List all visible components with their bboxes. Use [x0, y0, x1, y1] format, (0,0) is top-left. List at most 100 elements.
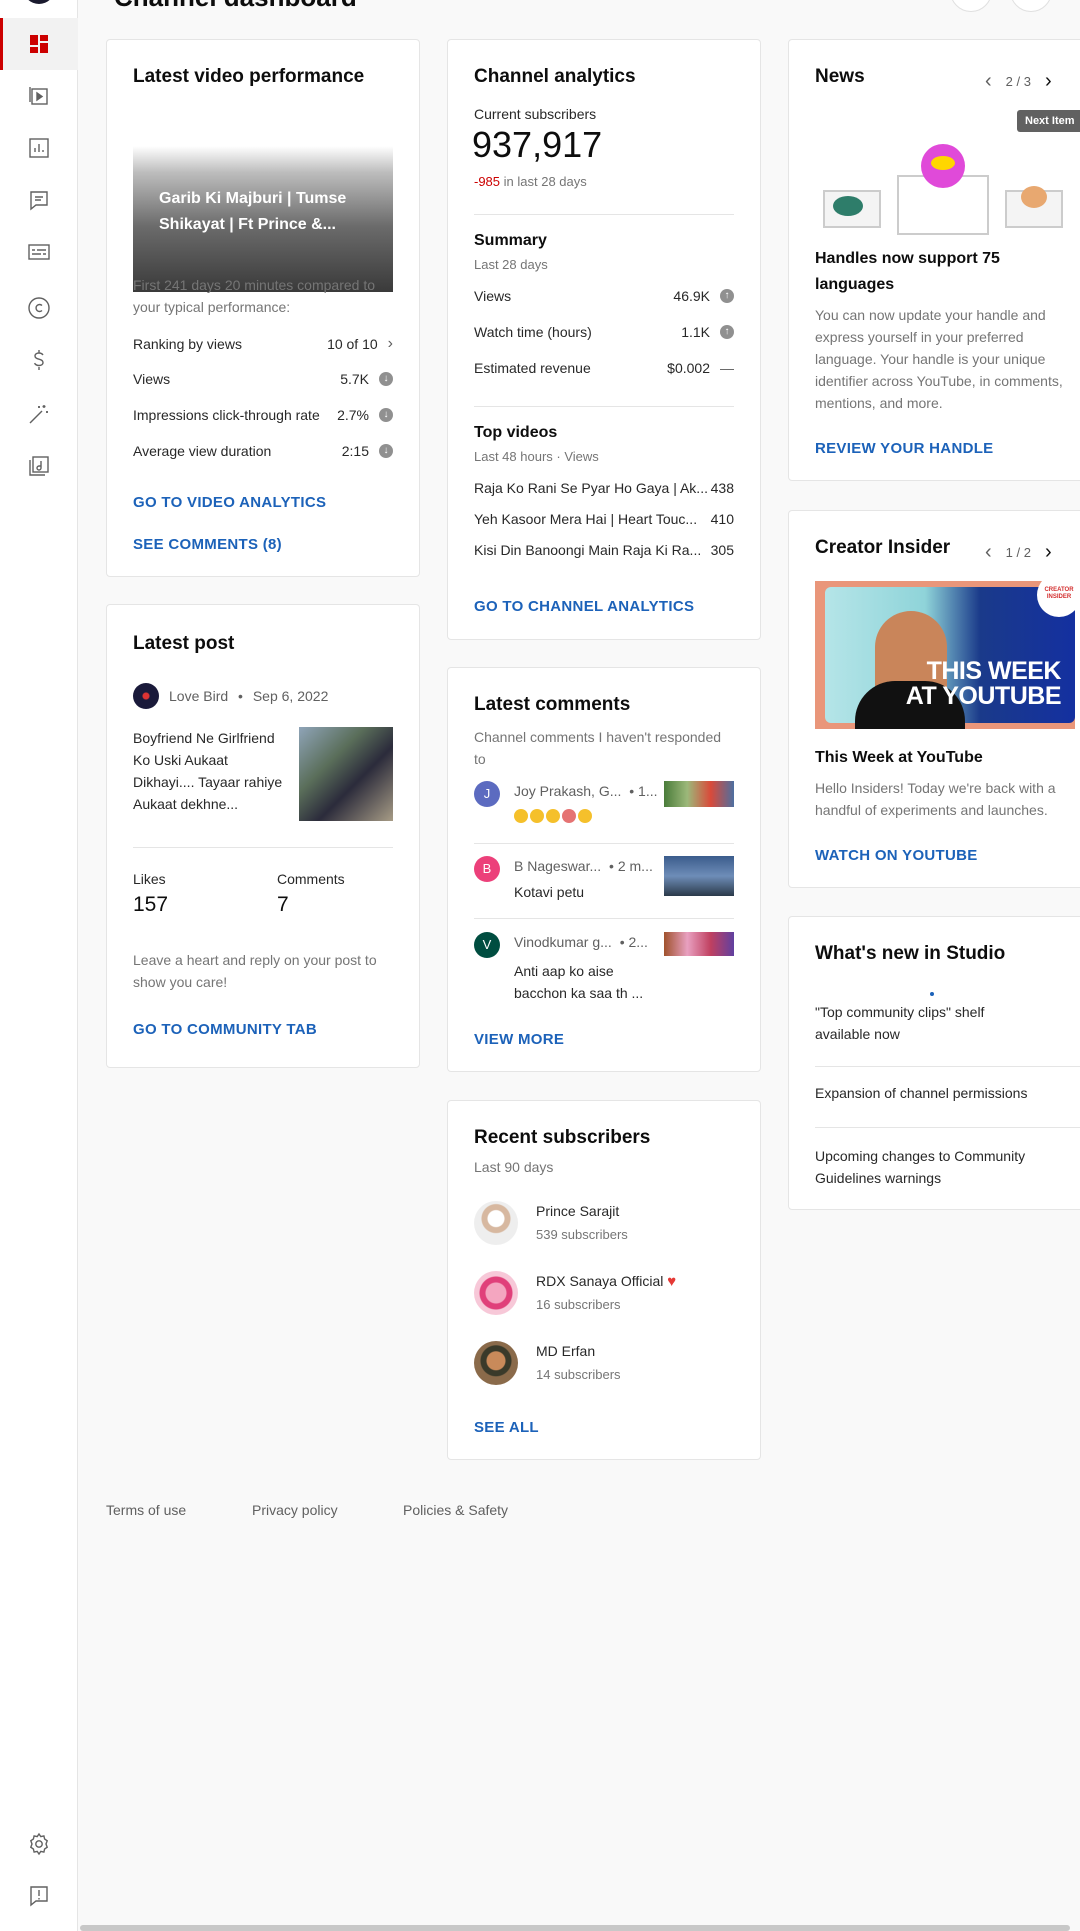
ranking-row[interactable]: Ranking by views 10 of 10 ›	[133, 335, 393, 353]
top-video-views: 410	[710, 511, 734, 527]
comment-video-thumbnail[interactable]	[664, 856, 734, 896]
row-value: 5.7K	[340, 371, 369, 387]
sidebar-item-analytics[interactable]	[0, 122, 78, 174]
pager-text: 1 / 2	[1005, 545, 1031, 560]
subscriber-name[interactable]: MD Erfan	[536, 1343, 595, 1359]
news-card: News ‹ 2 / 3 › Next Item Handles now sup…	[788, 39, 1080, 481]
dashboard-icon	[30, 35, 48, 53]
card-title: What's new in Studio	[815, 943, 1006, 964]
horizontal-scrollbar[interactable]	[80, 1925, 1070, 1931]
go-live-button[interactable]	[1010, 0, 1052, 12]
post-text[interactable]: Boyfriend Ne Girlfriend Ko Uski Aukaat D…	[133, 727, 283, 815]
arrow-down-circle-icon: ↓	[379, 372, 393, 386]
dash-icon: —	[720, 360, 734, 376]
post-meta: Love Bird • Sep 6, 2022	[169, 688, 329, 704]
sidebar-item-content[interactable]	[0, 70, 78, 122]
chevron-left-icon[interactable]: ‹	[985, 541, 992, 564]
review-your-handle-link[interactable]: REVIEW YOUR HANDLE	[815, 440, 993, 457]
view-more-link[interactable]: VIEW MORE	[474, 1031, 564, 1048]
divider	[815, 1066, 1080, 1067]
customization-icon	[29, 405, 48, 424]
top-videos-title: Top videos	[474, 424, 558, 441]
row-value: 10 of 10	[327, 336, 378, 352]
subscriber-name[interactable]: RDX Sanaya Official ♥	[536, 1273, 676, 1290]
post-image[interactable]	[299, 727, 393, 821]
sidebar-item-subtitles[interactable]	[0, 226, 78, 278]
sidebar-item-copyright[interactable]	[0, 282, 78, 334]
create-button[interactable]	[950, 0, 992, 12]
subtitles-icon	[28, 244, 50, 260]
whats-new-item[interactable]: Upcoming changes to Community Guidelines…	[815, 1145, 1055, 1189]
post-author-avatar	[133, 683, 159, 709]
privacy-policy-link[interactable]: Privacy policy	[252, 1502, 338, 1518]
summary-watchtime-row: Watch time (hours) 1.1K ↑	[474, 324, 734, 340]
latest-video-card: Latest video performance Garib Ki Majbur…	[106, 39, 420, 577]
avg-duration-row: Average view duration 2:15 ↓	[133, 443, 393, 459]
latest-comments-card: Latest comments Channel comments I haven…	[447, 667, 761, 1072]
go-to-channel-analytics-link[interactable]: GO TO CHANNEL ANALYTICS	[474, 598, 694, 615]
subscriber-avatar[interactable]	[474, 1341, 518, 1385]
subscriber-count: 16 subscribers	[536, 1297, 621, 1312]
see-all-link[interactable]: SEE ALL	[474, 1419, 539, 1436]
compare-text: First 241 days 20 minutes compared to yo…	[133, 277, 376, 315]
sidebar	[0, 0, 78, 1931]
comment-video-thumbnail[interactable]	[664, 932, 734, 956]
card-title: Latest video performance	[133, 66, 365, 87]
divider	[815, 1127, 1080, 1128]
arrow-up-circle-icon: ↑	[720, 325, 734, 339]
sidebar-item-dashboard[interactable]	[0, 18, 78, 70]
top-video-row[interactable]: Raja Ko Rani Se Pyar Ho Gaya | Ak... 438	[474, 480, 734, 496]
channel-analytics-card: Channel analytics Current subscribers 93…	[447, 39, 761, 640]
latest-post-card: Latest post Love Bird • Sep 6, 2022 Boyf…	[106, 604, 420, 1068]
row-value: 46.9K	[673, 288, 710, 304]
divider	[474, 214, 734, 215]
chevron-left-icon[interactable]: ‹	[985, 70, 992, 93]
whats-new-item[interactable]: "Top community clips" shelf available no…	[815, 1001, 1015, 1045]
video-thumbnail[interactable]: Garib Ki Majburi | Tumse Shikayat | Ft P…	[133, 146, 393, 292]
terms-of-use-link[interactable]: Terms of use	[106, 1502, 186, 1518]
watch-on-youtube-link[interactable]: WATCH ON YOUTUBE	[815, 847, 978, 864]
card-title: Latest comments	[474, 694, 631, 715]
pager-text: 2 / 3	[1005, 74, 1031, 89]
top-video-row[interactable]: Yeh Kasoor Mera Hai | Heart Touc... 410	[474, 511, 734, 527]
comment-video-thumbnail[interactable]	[664, 781, 734, 807]
top-video-title: Yeh Kasoor Mera Hai | Heart Touc...	[474, 511, 698, 527]
subscriber-avatar[interactable]	[474, 1201, 518, 1245]
sidebar-item-settings[interactable]	[0, 1818, 78, 1870]
top-video-title: Raja Ko Rani Se Pyar Ho Gaya | Ak...	[474, 480, 708, 496]
likes-label: Likes	[133, 871, 166, 887]
channel-avatar[interactable]	[23, 0, 55, 4]
see-comments-link[interactable]: SEE COMMENTS (8)	[133, 536, 282, 553]
row-value: $0.002	[667, 360, 710, 376]
earn-icon	[33, 350, 44, 370]
creator-insider-thumbnail[interactable]: THIS WEEK AT YOUTUBE CREATOR INSIDER	[815, 581, 1075, 729]
summary-title: Summary	[474, 232, 547, 249]
subscriber-name[interactable]: Prince Sarajit	[536, 1203, 619, 1219]
analytics-icon	[29, 138, 49, 158]
post-date: Sep 6, 2022	[252, 688, 329, 704]
sidebar-item-earn[interactable]	[0, 334, 78, 386]
news-headline: Handles now support 75 languages	[815, 250, 1000, 293]
subscribers-count: 937,917	[472, 124, 603, 165]
news-body: You can now update your handle and expre…	[815, 307, 1063, 411]
row-label: Views	[474, 288, 512, 304]
go-to-community-tab-link[interactable]: GO TO COMMUNITY TAB	[133, 1021, 317, 1038]
chevron-right-icon[interactable]: ›	[1045, 541, 1052, 564]
top-video-row[interactable]: Kisi Din Banoongi Main Raja Ki Ra... 305	[474, 542, 734, 558]
sidebar-item-feedback[interactable]	[0, 1870, 78, 1922]
whats-new-item[interactable]: Expansion of channel permissions	[815, 1085, 1027, 1101]
summary-period: Last 28 days	[474, 257, 548, 272]
sidebar-item-comments[interactable]	[0, 174, 78, 226]
row-value: 2.7%	[337, 407, 369, 423]
sidebar-item-audio-library[interactable]	[0, 440, 78, 492]
chevron-right-icon[interactable]: ›	[1045, 70, 1052, 93]
comments-icon	[30, 191, 48, 211]
subscriber-avatar[interactable]	[474, 1271, 518, 1315]
views-row: Views 5.7K ↓	[133, 371, 393, 387]
go-to-video-analytics-link[interactable]: GO TO VIDEO ANALYTICS	[133, 494, 326, 511]
row-label: Views	[133, 371, 171, 387]
sidebar-item-customization[interactable]	[0, 388, 78, 440]
policies-safety-link[interactable]: Policies & Safety	[403, 1502, 508, 1518]
comment-text: Kotavi petu	[514, 884, 585, 900]
comment-emojis	[514, 809, 594, 828]
